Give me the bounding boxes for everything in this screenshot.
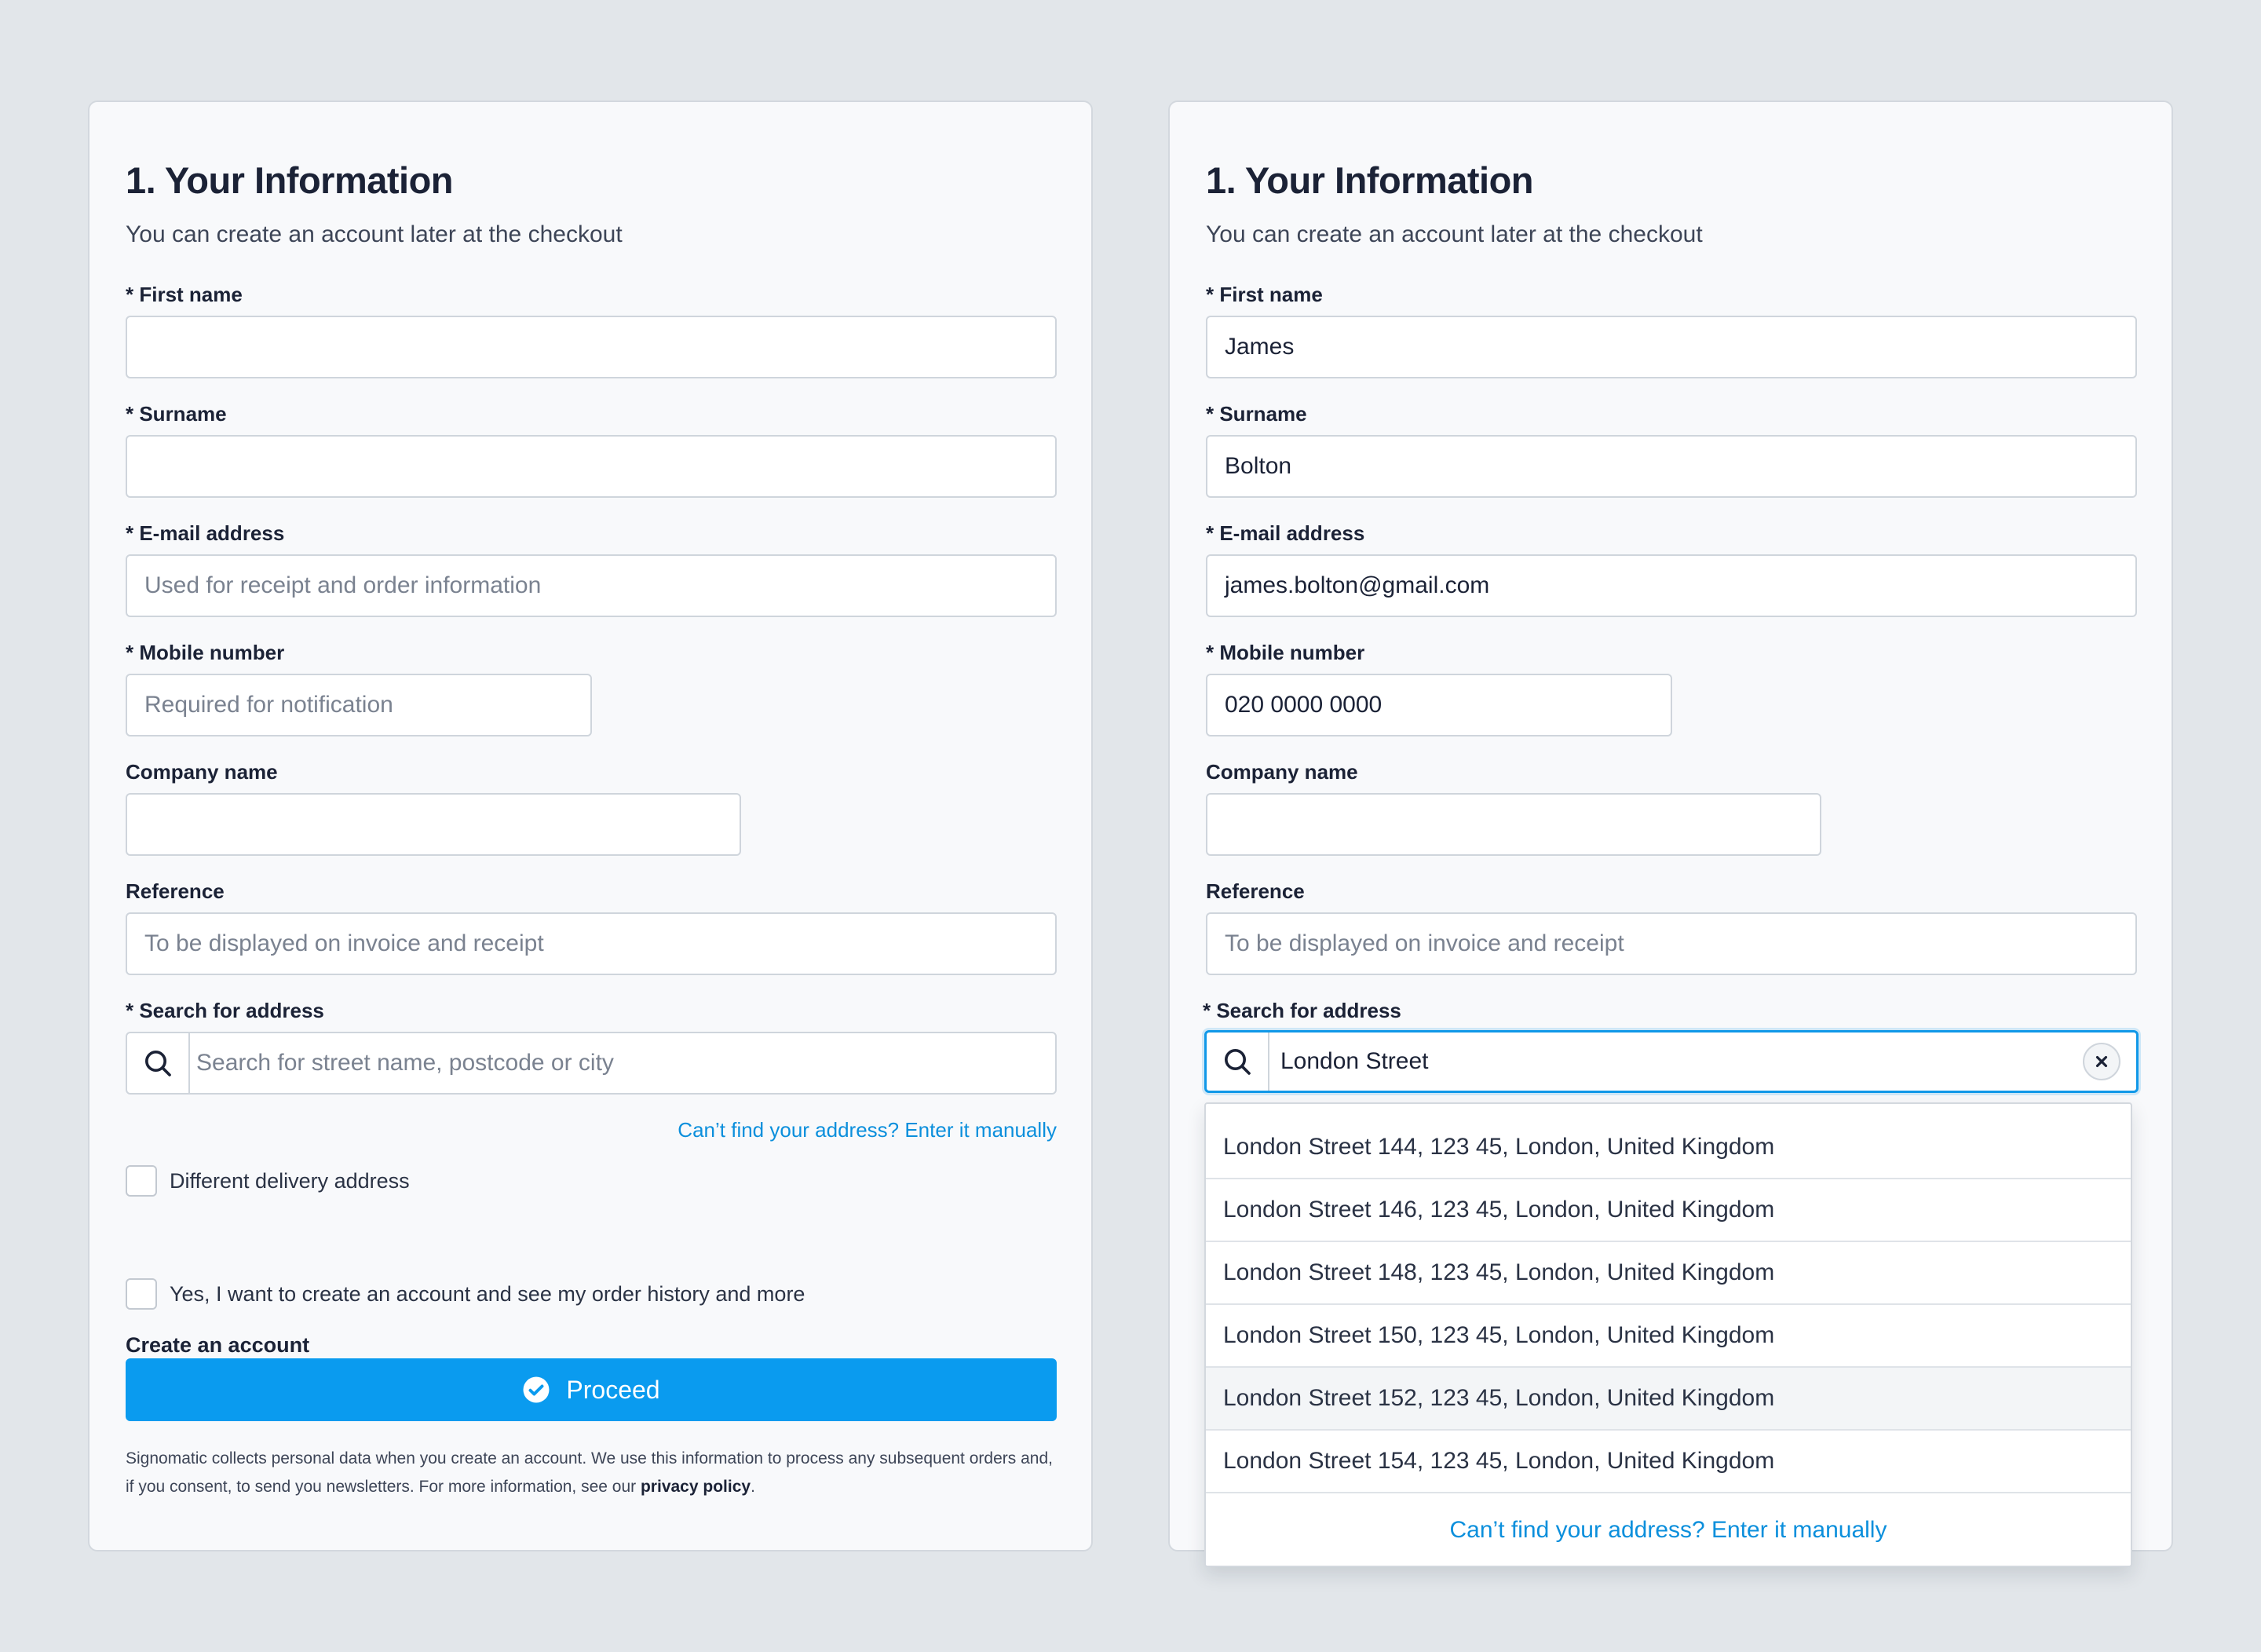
reference-label: Reference: [1206, 879, 1305, 903]
address-search-input[interactable]: London Street: [1204, 1030, 2139, 1093]
address-suggestion-item-hovered[interactable]: London Street 152, 123 45, London, Unite…: [1206, 1368, 2131, 1431]
create-account-option[interactable]: Yes, I want to create an account and see…: [126, 1278, 805, 1310]
email-input[interactable]: Used for receipt and order information: [126, 554, 1057, 617]
email-label: * E-mail address: [1206, 521, 1365, 545]
proceed-button[interactable]: Proceed: [126, 1358, 1057, 1421]
disclaimer-text: Signomatic collects personal data when y…: [126, 1449, 1053, 1496]
address-suggestion-item[interactable]: London Street 146, 123 45, London, Unite…: [1206, 1179, 2131, 1242]
address-suggestion-item[interactable]: London Street 148, 123 45, London, Unite…: [1206, 1242, 2131, 1305]
reference-label: Reference: [126, 879, 225, 903]
create-account-checkbox[interactable]: [126, 1278, 157, 1310]
email-label: * E-mail address: [126, 521, 285, 545]
first-name-input[interactable]: James: [1206, 316, 2137, 378]
create-account-heading: Create an account: [126, 1333, 310, 1357]
company-input[interactable]: [126, 793, 741, 856]
company-label: Company name: [1206, 760, 1358, 784]
page-title: 1. Your Information: [1206, 159, 1534, 201]
address-suggestion-item[interactable]: London Street 154, 123 45, London, Unite…: [1206, 1431, 2131, 1493]
information-form-card: 1. Your Information You can create an ac…: [88, 101, 1093, 1551]
first-name-label: * First name: [1206, 283, 1323, 306]
email-input[interactable]: james.bolton@gmail.com: [1206, 554, 2137, 617]
different-delivery-checkbox[interactable]: [126, 1165, 157, 1197]
different-delivery-option[interactable]: Different delivery address: [126, 1165, 410, 1197]
surname-label: * Surname: [1206, 402, 1307, 426]
mobile-input[interactable]: 020 0000 0000: [1206, 674, 1672, 736]
surname-input[interactable]: [126, 435, 1057, 498]
mobile-input[interactable]: Required for notification: [126, 674, 592, 736]
address-suggestion-item[interactable]: London Street 150, 123 45, London, Unite…: [1206, 1305, 2131, 1368]
address-suggestion-item[interactable]: London Street 144, 123 45, London, Unite…: [1206, 1104, 2131, 1179]
address-label: * Search for address: [126, 999, 324, 1022]
company-input[interactable]: [1206, 793, 1821, 856]
mobile-label: * Mobile number: [1206, 641, 1365, 664]
close-icon: [2093, 1053, 2110, 1070]
surname-input[interactable]: Bolton: [1206, 435, 2137, 498]
enter-address-manually-link[interactable]: Can’t find your address? Enter it manual…: [1206, 1493, 2131, 1566]
privacy-disclaimer: Signomatic collects personal data when y…: [126, 1445, 1057, 1501]
different-delivery-label: Different delivery address: [170, 1168, 410, 1193]
surname-label: * Surname: [126, 402, 227, 426]
mobile-label: * Mobile number: [126, 641, 285, 664]
company-label: Company name: [126, 760, 278, 784]
address-suggestions-dropdown: London Street 144, 123 45, London, Unite…: [1204, 1102, 2132, 1567]
reference-input[interactable]: To be displayed on invoice and receipt: [126, 912, 1057, 975]
create-account-label: Yes, I want to create an account and see…: [170, 1281, 805, 1306]
first-name-input[interactable]: [126, 316, 1057, 378]
page-subtitle: You can create an account later at the c…: [1206, 221, 1703, 247]
search-icon: [127, 1033, 190, 1093]
address-search-placeholder: Search for street name, postcode or city: [196, 1050, 614, 1076]
search-icon: [1207, 1032, 1269, 1091]
enter-address-manually-link[interactable]: Can’t find your address? Enter it manual…: [678, 1118, 1057, 1142]
proceed-label: Proceed: [566, 1375, 660, 1404]
address-label: * Search for address: [1203, 999, 1401, 1022]
privacy-policy-link[interactable]: privacy policy: [641, 1478, 751, 1496]
reference-input[interactable]: To be displayed on invoice and receipt: [1206, 912, 2137, 975]
check-circle-icon: [522, 1376, 550, 1404]
clear-search-button[interactable]: [2083, 1043, 2120, 1080]
first-name-label: * First name: [126, 283, 243, 306]
address-search-value: London Street: [1280, 1048, 1429, 1074]
page-title: 1. Your Information: [126, 159, 454, 201]
disclaimer-end: .: [751, 1478, 755, 1496]
page-subtitle: You can create an account later at the c…: [126, 221, 623, 247]
address-search-input[interactable]: Search for street name, postcode or city: [126, 1032, 1057, 1095]
